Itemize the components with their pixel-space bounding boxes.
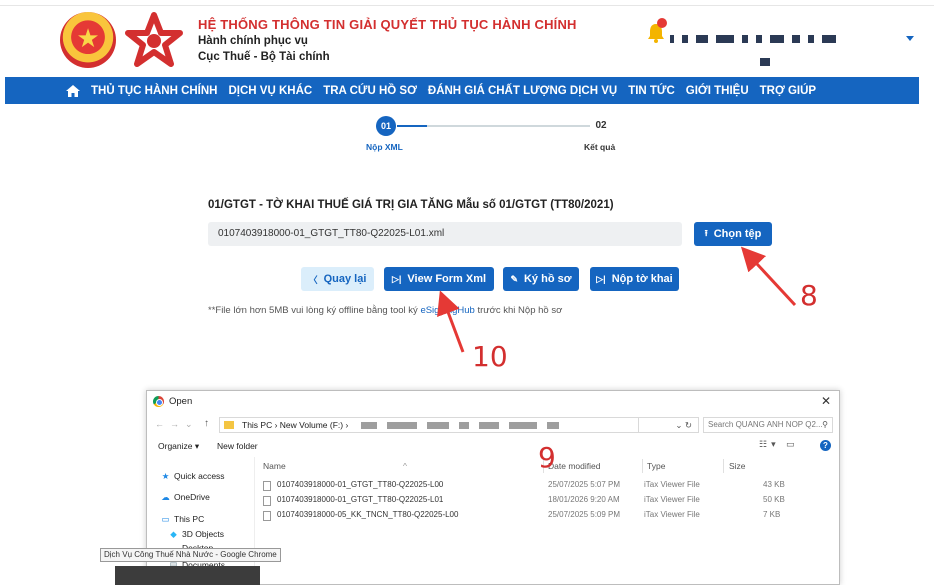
column-header-name[interactable]: Name bbox=[263, 461, 286, 471]
star-icon: ★ bbox=[76, 23, 100, 53]
sidebar-item-this-pc[interactable]: ▭ This PC bbox=[161, 514, 204, 525]
search-input[interactable]: Search QUANG ANH NOP Q2... ⚲ bbox=[703, 417, 833, 433]
file-icon bbox=[263, 511, 271, 521]
sidebar-item-3d-objects[interactable]: ◆ 3D Objects bbox=[169, 529, 224, 540]
pen-icon: ✎ bbox=[510, 273, 518, 284]
column-separator bbox=[723, 459, 724, 473]
dialog-address-bar: ←→⌄ ↑ This PC › New Volume (F:) › ⌄ ↻ Se… bbox=[147, 415, 839, 435]
browser-tooltip: Dịch Vụ Công Thuế Nhà Nước - Google Chro… bbox=[100, 548, 281, 562]
column-header-size[interactable]: Size bbox=[729, 461, 746, 471]
file-row[interactable]: 0107403918000-05_KK_TNCN_TT80-Q22025-L00… bbox=[263, 509, 783, 523]
file-row[interactable]: 0107403918000-01_GTGT_TT80-Q22025-L00 25… bbox=[263, 479, 785, 493]
folder-icon bbox=[224, 421, 234, 429]
back-label: Quay lại bbox=[323, 273, 367, 285]
dialog-title: Open bbox=[169, 396, 193, 407]
form-title: 01/GTGT - TỜ KHAI THUẾ GIÁ TRỊ GIA TĂNG … bbox=[208, 199, 614, 211]
nav-item-news[interactable]: TIN TỨC bbox=[628, 85, 675, 97]
submit-declaration-label: Nộp tờ khai bbox=[611, 273, 673, 285]
sign-record-button[interactable]: ✎ Ký hồ sơ bbox=[503, 267, 579, 291]
chrome-icon bbox=[153, 396, 164, 407]
redacted-path bbox=[360, 422, 377, 430]
annotation-step-9: 9 bbox=[538, 441, 556, 474]
view-form-xml-button[interactable]: ▷| View Form Xml bbox=[384, 267, 494, 291]
choose-file-button[interactable]: ⭱ Chọn tệp bbox=[694, 222, 772, 246]
cloud-icon: ☁ bbox=[161, 492, 170, 502]
system-subtitle-agency: Cục Thuế - Bộ Tài chính bbox=[198, 51, 330, 63]
nav-item-service-quality[interactable]: ĐÁNH GIÁ CHẤT LƯỢNG DỊCH VỤ bbox=[428, 85, 617, 97]
submit-declaration-button[interactable]: ▷| Nộp tờ khai bbox=[590, 267, 679, 291]
user-account-extra-redacted bbox=[760, 58, 770, 66]
close-icon[interactable]: ✕ bbox=[821, 394, 831, 408]
notification-badge bbox=[657, 18, 667, 28]
tax-department-logo[interactable] bbox=[124, 12, 184, 68]
main-navigation: THỦ TỤC HÀNH CHÍNH DỊCH VỤ KHÁC TRA CỨU … bbox=[5, 77, 919, 104]
file-row[interactable]: 0107403918000-01_GTGT_TT80-Q22025-L01 18… bbox=[263, 494, 785, 508]
site-header: ★ HỆ THỐNG THÔNG TIN GIẢI QUYẾT THỦ TỤC … bbox=[0, 0, 934, 78]
nav-item-about[interactable]: GIỚI THIỆU bbox=[686, 85, 749, 97]
refresh-icon[interactable]: ⌄ ↻ bbox=[639, 417, 699, 433]
step-2-circle: 02 bbox=[591, 116, 611, 136]
dialog-titlebar: Open ✕ bbox=[147, 391, 839, 413]
annotation-step-10: 10 bbox=[472, 340, 508, 373]
file-list: Name ^ Date modified Type Size 010740391… bbox=[257, 457, 839, 585]
step-2-label: Kết quả bbox=[584, 142, 616, 152]
account-dropdown-caret-icon[interactable] bbox=[906, 36, 914, 41]
step-1-circle: 01 bbox=[376, 116, 396, 136]
chevron-left-icon: 〈 bbox=[308, 274, 318, 285]
file-icon bbox=[263, 496, 271, 506]
help-icon[interactable]: ? bbox=[820, 440, 831, 451]
sidebar-item-onedrive[interactable]: ☁ OneDrive bbox=[161, 492, 210, 503]
view-options-icon[interactable]: ☷▾ ▭ bbox=[759, 439, 799, 450]
computer-icon: ▭ bbox=[161, 514, 170, 524]
system-subtitle-service: Hành chính phục vụ bbox=[198, 35, 308, 47]
view-form-xml-label: View Form Xml bbox=[407, 273, 487, 285]
home-icon[interactable] bbox=[65, 83, 81, 99]
file-size-note: **File lớn hơn 5MB vui lòng ký offline b… bbox=[208, 305, 563, 316]
taskbar-strip bbox=[115, 566, 260, 585]
column-separator bbox=[642, 459, 643, 473]
system-title: HỆ THỐNG THÔNG TIN GIẢI QUYẾT THỦ TỤC HÀ… bbox=[198, 17, 577, 32]
nav-item-lookup-records[interactable]: TRA CỨU HỒ SƠ bbox=[323, 85, 417, 97]
selected-file-field[interactable]: 0107403918000-01_GTGT_TT80-Q22025-L01.xm… bbox=[208, 222, 682, 246]
search-icon: ⚲ bbox=[822, 420, 828, 429]
nav-item-other-services[interactable]: DỊCH VỤ KHÁC bbox=[229, 85, 313, 97]
play-icon: ▷| bbox=[391, 273, 402, 284]
play-icon: ▷| bbox=[596, 273, 606, 284]
path-breadcrumb[interactable]: This PC › New Volume (F:) › bbox=[219, 417, 639, 433]
arrow-to-choose-file bbox=[740, 246, 797, 307]
top-divider bbox=[0, 5, 934, 6]
user-account-name-redacted[interactable] bbox=[670, 30, 844, 43]
cube-icon: ◆ bbox=[170, 529, 177, 539]
national-emblem-logo[interactable]: ★ bbox=[60, 12, 116, 68]
file-icon bbox=[263, 481, 271, 491]
sign-record-label: Ký hồ sơ bbox=[523, 273, 572, 285]
column-header-date[interactable]: Date modified bbox=[548, 461, 600, 471]
back-button[interactable]: 〈 Quay lại bbox=[301, 267, 374, 291]
organize-button[interactable]: Organize ▾ bbox=[158, 441, 199, 452]
new-folder-button[interactable]: New folder bbox=[217, 441, 258, 451]
sidebar-item-quick-access[interactable]: ★ Quick access bbox=[161, 471, 225, 482]
column-header-type[interactable]: Type bbox=[647, 461, 665, 471]
up-arrow-icon[interactable]: ↑ bbox=[204, 418, 209, 429]
nav-item-help[interactable]: TRỢ GIÚP bbox=[760, 85, 816, 97]
dialog-toolbar: Organize ▾ New folder ☷▾ ▭ ? bbox=[147, 437, 839, 455]
sort-caret-icon: ^ bbox=[403, 461, 407, 471]
back-forward-arrows-icon[interactable]: ←→⌄ bbox=[155, 419, 199, 430]
esigninghub-link[interactable]: eSigningHub bbox=[420, 305, 474, 316]
stepper-track-active bbox=[397, 125, 427, 127]
star-icon: ★ bbox=[161, 471, 170, 481]
annotation-step-8: 8 bbox=[800, 279, 818, 312]
choose-file-label: Chọn tệp bbox=[713, 228, 762, 240]
step-1-label: Nộp XML bbox=[366, 142, 403, 152]
upload-icon: ⭱ bbox=[704, 228, 708, 238]
nav-item-administrative-procedures[interactable]: THỦ TỤC HÀNH CHÍNH bbox=[91, 85, 218, 97]
